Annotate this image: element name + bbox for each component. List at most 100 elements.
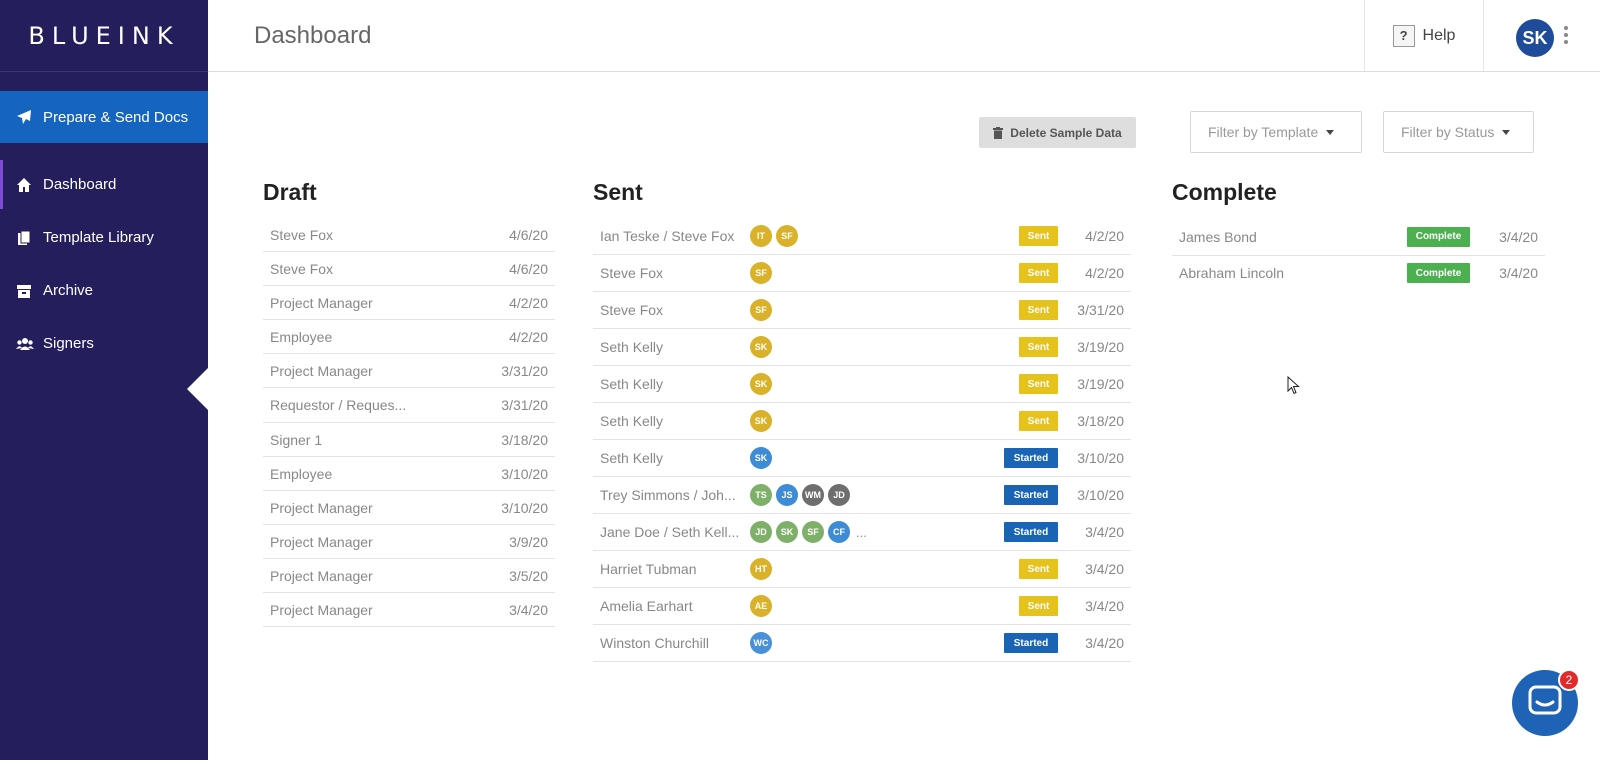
logo-text: BLUEINK: [28, 21, 180, 50]
sent-row[interactable]: Steve Fox SF Sent 4/2/20: [593, 255, 1131, 292]
document-name: Seth Kelly: [600, 450, 664, 466]
complete-row[interactable]: Abraham Lincoln Complete 3/4/20: [1172, 256, 1545, 290]
sidebar-item-dashboard[interactable]: Dashboard: [0, 158, 208, 211]
filter-by-template-dropdown[interactable]: Filter by Template: [1190, 111, 1362, 153]
signer-avatar[interactable]: SK: [750, 410, 772, 432]
document-name: Trey Simmons / Joh...: [600, 487, 736, 503]
status-badge: Sent: [1019, 226, 1058, 246]
draft-row[interactable]: Employee 3/10/20: [263, 457, 555, 491]
signer-avatar[interactable]: CF: [828, 521, 850, 543]
signer-avatar[interactable]: SF: [750, 299, 772, 321]
sidebar-item-template-library[interactable]: Template Library: [0, 211, 208, 264]
draft-row[interactable]: Steve Fox 4/6/20: [263, 252, 555, 286]
signer-avatars: SK: [750, 447, 776, 469]
document-date: 3/4/20: [1085, 524, 1124, 540]
document-date: 3/4/20: [1499, 228, 1538, 245]
signer-avatars: AE: [750, 595, 776, 617]
draft-row[interactable]: Requestor / Reques... 3/31/20: [263, 388, 555, 423]
document-name: Steve Fox: [270, 260, 334, 277]
document-name: James Bond: [1179, 228, 1257, 245]
document-name: Ian Teske / Steve Fox: [600, 228, 735, 244]
sent-row[interactable]: Seth Kelly SK Sent 3/18/20: [593, 403, 1131, 440]
signer-avatar[interactable]: IT: [750, 225, 772, 247]
draft-row[interactable]: Project Manager 3/4/20: [263, 593, 555, 627]
mouse-cursor-icon: [1287, 375, 1300, 400]
signer-avatar[interactable]: SK: [750, 373, 772, 395]
sent-row[interactable]: Jane Doe / Seth Kell... JD SK SF CF... Starte…: [593, 514, 1131, 551]
filter-by-status-dropdown[interactable]: Filter by Status: [1383, 111, 1534, 153]
document-date: 4/6/20: [509, 260, 548, 277]
draft-row[interactable]: Project Manager 3/31/20: [263, 354, 555, 388]
draft-list: Steve Fox 4/6/20 Steve Fox 4/6/20 Project Ma…: [263, 218, 555, 627]
filter-template-label: Filter by Template: [1208, 124, 1319, 140]
more-options-icon[interactable]: [1564, 26, 1568, 47]
signer-avatar[interactable]: SF: [776, 225, 798, 247]
status-badge: Started: [1004, 448, 1058, 468]
signer-avatar[interactable]: AE: [750, 595, 772, 617]
sent-row[interactable]: Winston Churchill WC Started 3/4/20: [593, 625, 1131, 662]
sidebar-item-archive[interactable]: Archive: [0, 264, 208, 317]
signer-avatar[interactable]: TS: [750, 484, 772, 506]
document-date: 3/18/20: [1077, 413, 1124, 429]
draft-row[interactable]: Project Manager 3/9/20: [263, 525, 555, 559]
document-name: Employee: [270, 328, 333, 345]
signer-avatar[interactable]: HT: [750, 558, 772, 580]
prepare-send-docs-button[interactable]: Prepare & Send Docs: [0, 91, 208, 143]
document-name: Seth Kelly: [600, 339, 664, 355]
draft-row[interactable]: Project Manager 4/2/20: [263, 286, 555, 320]
draft-row[interactable]: Steve Fox 4/6/20: [263, 218, 555, 252]
users-icon: [16, 336, 34, 352]
document-name: Project Manager: [270, 499, 373, 516]
sidebar-item-signers[interactable]: Signers: [0, 317, 208, 370]
sent-row[interactable]: Seth Kelly SK Started 3/10/20: [593, 440, 1131, 477]
document-date: 3/4/20: [509, 601, 548, 618]
document-name: Requestor / Reques...: [270, 397, 407, 413]
status-badge: Sent: [1019, 263, 1058, 283]
complete-row[interactable]: James Bond Complete 3/4/20: [1172, 218, 1545, 256]
signer-avatars: WC: [750, 632, 776, 654]
document-date: 4/2/20: [1085, 265, 1124, 281]
signer-avatar[interactable]: JS: [776, 484, 798, 506]
sent-row[interactable]: Ian Teske / Steve Fox IT SF Sent 4/2/20: [593, 218, 1131, 255]
status-badge: Sent: [1019, 411, 1058, 431]
status-badge: Sent: [1019, 300, 1058, 320]
signer-avatar[interactable]: SK: [776, 521, 798, 543]
document-date: 3/31/20: [501, 397, 548, 413]
help-icon: ?: [1392, 24, 1415, 47]
help-button[interactable]: ? Help: [1364, 0, 1484, 71]
home-icon: [16, 177, 34, 193]
logo[interactable]: BLUEINK: [0, 0, 208, 72]
sent-row[interactable]: Harriet Tubman HT Sent 3/4/20: [593, 551, 1131, 588]
sidebar: BLUEINK Prepare & Send Docs Dashboard Te…: [0, 0, 209, 760]
sent-row[interactable]: Seth Kelly SK Sent 3/19/20: [593, 366, 1131, 403]
delete-sample-data-button[interactable]: Delete Sample Data: [979, 117, 1136, 148]
signer-avatar[interactable]: JD: [828, 484, 850, 506]
signer-avatar[interactable]: JD: [750, 521, 772, 543]
draft-row[interactable]: Project Manager 3/10/20: [263, 491, 555, 525]
draft-row[interactable]: Signer 1 3/18/20: [263, 423, 555, 457]
user-avatar[interactable]: SK: [1516, 19, 1554, 57]
sent-row[interactable]: Seth Kelly SK Sent 3/19/20: [593, 329, 1131, 366]
draft-column-title: Draft: [263, 179, 317, 205]
signer-avatar[interactable]: SF: [802, 521, 824, 543]
signer-avatar[interactable]: WM: [802, 484, 824, 506]
signer-avatar[interactable]: SF: [750, 262, 772, 284]
prepare-send-docs-label: Prepare & Send Docs: [43, 108, 189, 126]
signer-avatar[interactable]: SK: [750, 336, 772, 358]
document-date: 3/19/20: [1077, 339, 1124, 355]
draft-row[interactable]: Project Manager 3/5/20: [263, 559, 555, 593]
page-title: Dashboard: [254, 22, 372, 49]
document-name: Steve Fox: [600, 302, 664, 318]
sent-row[interactable]: Amelia Earhart AE Sent 3/4/20: [593, 588, 1131, 625]
draft-row[interactable]: Employee 4/2/20: [263, 320, 555, 354]
signer-avatar[interactable]: SK: [750, 447, 772, 469]
status-badge: Sent: [1019, 559, 1058, 579]
document-date: 3/31/20: [501, 362, 548, 379]
signer-avatars: SF: [750, 299, 776, 321]
status-badge: Started: [1004, 485, 1058, 505]
active-indicator: [187, 367, 209, 411]
signer-avatar[interactable]: WC: [750, 632, 772, 654]
sent-row[interactable]: Trey Simmons / Joh... TS JS WM JD Started 3/10…: [593, 477, 1131, 514]
sidebar-item-label: Signers: [43, 335, 94, 352]
sent-row[interactable]: Steve Fox SF Sent 3/31/20: [593, 292, 1131, 329]
